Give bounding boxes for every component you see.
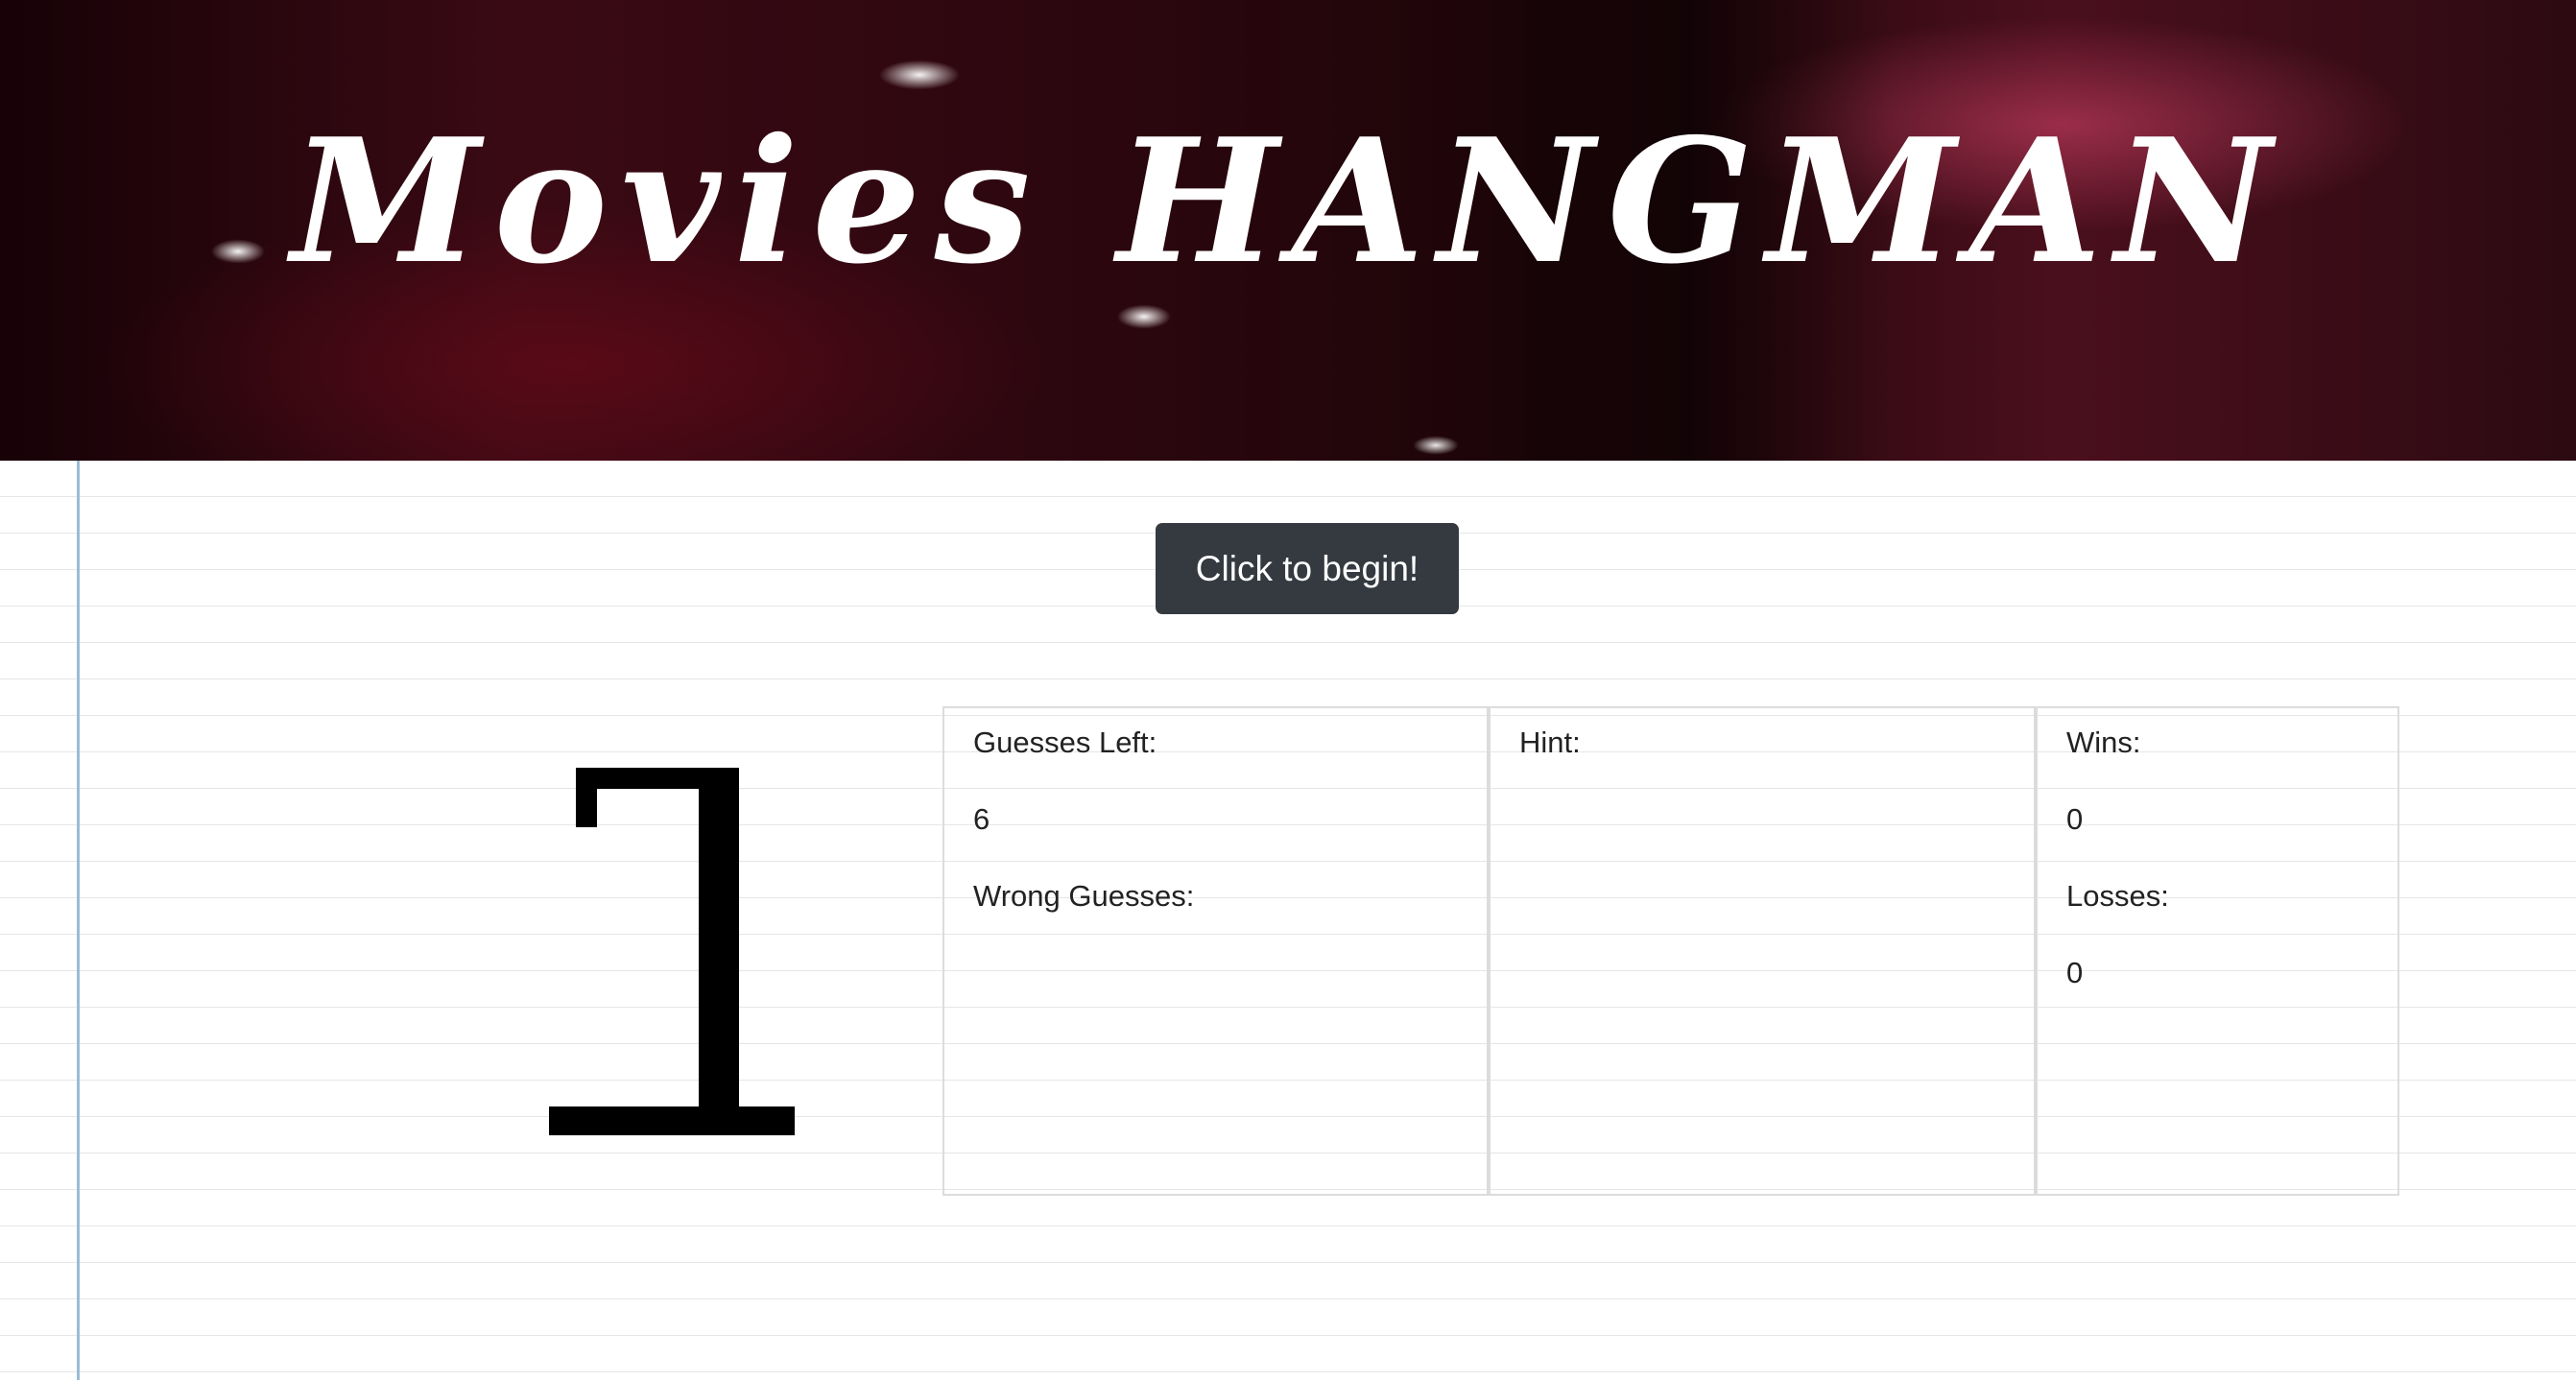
hint-value	[1519, 789, 2005, 866]
guesses-column: Guesses Left: 6 Wrong Guesses:	[944, 708, 1491, 1194]
wins-value: 0	[2066, 802, 2084, 836]
wrong-guesses-value	[973, 942, 1458, 1019]
gallows-rope	[576, 768, 597, 827]
hint-column: Hint:	[1491, 708, 2038, 1194]
losses-label: Losses:	[2066, 879, 2169, 913]
gallows-base	[549, 1106, 795, 1135]
stats-panel: Guesses Left: 6 Wrong Guesses: Hint: Win…	[942, 706, 2399, 1196]
hint-label: Hint:	[1519, 726, 1581, 759]
page-title: Movies HANGMAN	[291, 101, 2285, 301]
guesses-left-value: 6	[973, 802, 990, 836]
losses-value: 0	[2066, 956, 2084, 989]
score-column: Wins: 0 Losses: 0	[2038, 708, 2397, 1194]
paper-margin-line	[77, 461, 80, 1380]
wrong-guesses-label: Wrong Guesses:	[973, 879, 1195, 913]
begin-game-button[interactable]: Click to begin!	[1156, 523, 1459, 614]
guesses-left-label: Guesses Left:	[973, 726, 1157, 759]
wins-label: Wins:	[2066, 726, 2141, 759]
gallows-beam	[576, 768, 739, 789]
gallows-post	[699, 768, 739, 1113]
gallows-drawing	[549, 768, 795, 1135]
